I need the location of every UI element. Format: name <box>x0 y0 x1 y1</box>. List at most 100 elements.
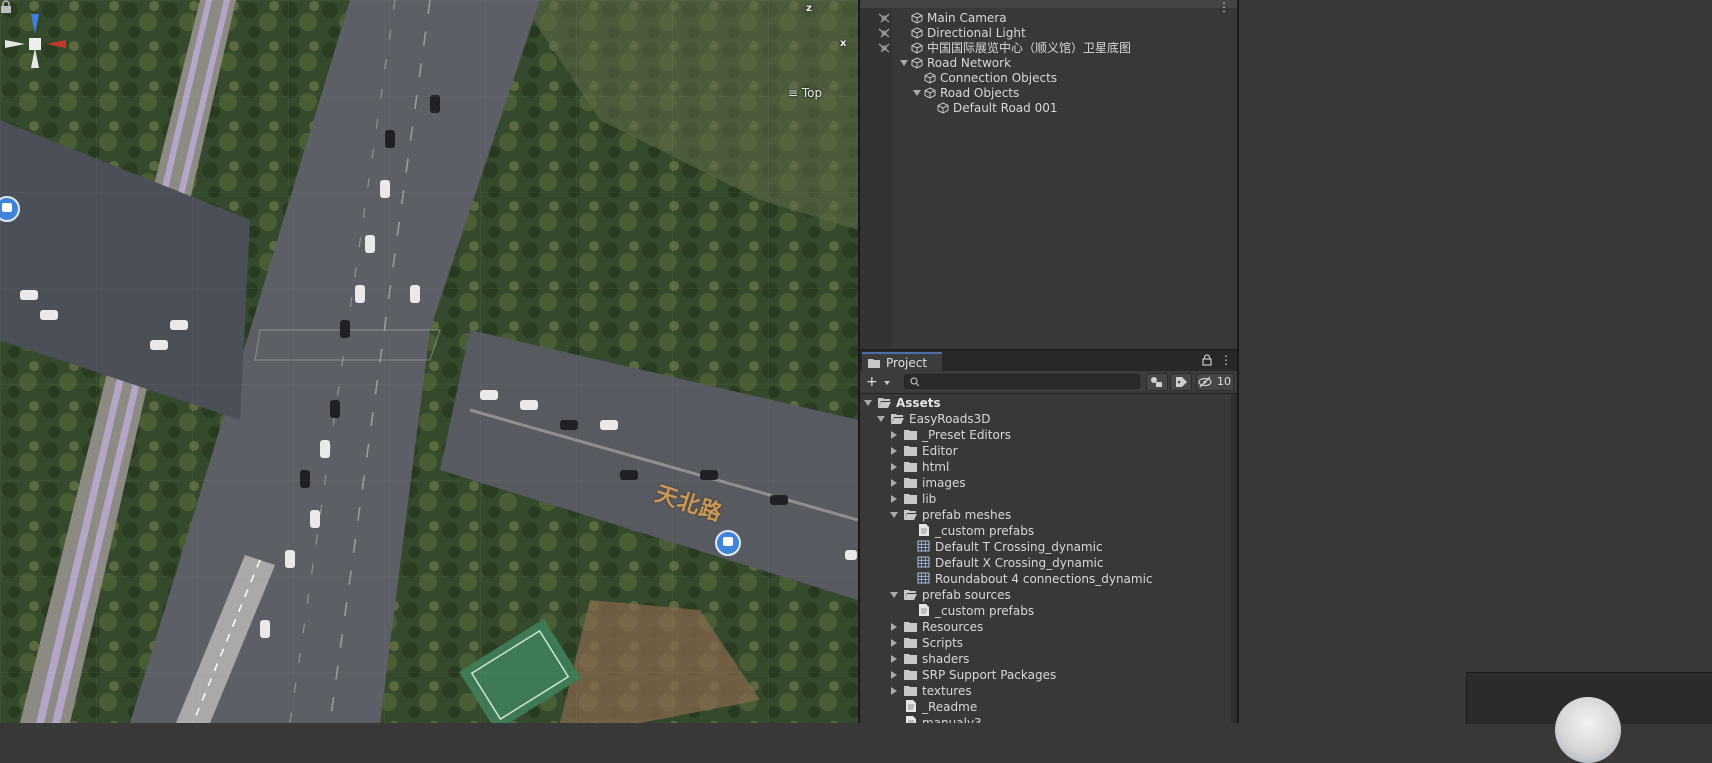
project-tree-item[interactable]: Assets <box>864 395 941 411</box>
project-item-label: Default X Crossing_dynamic <box>935 556 1104 570</box>
inspector-panel <box>1239 0 1712 723</box>
hierarchy-panel: ⋮ Main Camera Directional Light 中国国际展览中心（顺… <box>860 0 1237 349</box>
scrollbar[interactable] <box>1231 394 1237 723</box>
visibility-toggle-icon[interactable] <box>878 13 890 23</box>
expand-arrow-icon[interactable] <box>890 592 898 598</box>
project-tree-item[interactable]: Default X Crossing_dynamic <box>917 555 1103 571</box>
hierarchy-item[interactable]: Default Road 001 <box>937 100 1058 116</box>
search-by-label-button[interactable] <box>1170 373 1192 391</box>
expand-arrow-icon[interactable] <box>864 400 872 406</box>
more-options-icon[interactable]: ⋮ <box>1220 353 1232 367</box>
file-icon <box>919 604 929 616</box>
project-tree-item[interactable]: prefab meshes <box>890 507 1012 523</box>
project-item-label: prefab meshes <box>922 508 1012 522</box>
view-mode-label[interactable]: ≡ Top <box>788 86 822 100</box>
collapse-arrow-icon[interactable] <box>891 447 897 455</box>
create-asset-button[interactable]: + <box>866 373 894 391</box>
folder-icon <box>904 494 917 504</box>
hierarchy-item[interactable]: Directional Light <box>911 25 1026 41</box>
visibility-toggle-icon[interactable] <box>878 28 890 38</box>
hierarchy-item[interactable]: Main Camera <box>911 10 1007 26</box>
project-tree-item[interactable]: lib <box>891 491 936 507</box>
collapse-arrow-icon[interactable] <box>891 479 897 487</box>
collapse-arrow-icon[interactable] <box>891 463 897 471</box>
project-item-label: _custom prefabs <box>935 604 1035 618</box>
gameobject-cube-icon <box>937 102 949 114</box>
gameobject-cube-icon <box>911 42 923 54</box>
filter-by-type-icon <box>1151 377 1162 387</box>
foldout-arrow-icon[interactable] <box>900 60 908 66</box>
collapse-arrow-icon[interactable] <box>891 639 897 647</box>
hierarchy-item[interactable]: Connection Objects <box>924 70 1057 86</box>
menu-lines-icon: ≡ <box>788 86 799 100</box>
project-item-label: SRP Support Packages <box>922 668 1057 682</box>
gameobject-cube-icon <box>924 72 936 84</box>
project-tree-item[interactable]: textures <box>891 683 972 699</box>
hierarchy-item-label: Default Road 001 <box>953 101 1058 115</box>
gizmo-axis-x-label: x <box>840 38 847 49</box>
project-tree-item[interactable]: Resources <box>891 619 984 635</box>
hierarchy-item[interactable]: Road Network <box>900 55 1012 71</box>
search-by-type-button[interactable] <box>1146 373 1168 391</box>
plus-icon: + <box>866 374 878 390</box>
hidden-count: 10 <box>1217 375 1231 388</box>
project-tree-item[interactable]: EasyRoads3D <box>877 411 991 427</box>
project-tab-bar: Project ⋮ <box>860 349 1237 372</box>
project-item-label: Roundabout 4 connections_dynamic <box>935 572 1153 586</box>
project-tree-item[interactable]: Default T Crossing_dynamic <box>917 539 1103 555</box>
collapse-arrow-icon[interactable] <box>891 687 897 695</box>
project-tree-item[interactable]: _custom prefabs <box>917 603 1034 619</box>
hierarchy-item[interactable]: Road Objects <box>913 85 1020 101</box>
tab-project-label: Project <box>886 356 928 370</box>
project-tree-item[interactable]: _Readme <box>904 699 977 715</box>
hierarchy-item-label: Main Camera <box>927 11 1007 25</box>
project-tree-item[interactable]: _Preset Editors <box>891 427 1011 443</box>
project-tree-item[interactable]: images <box>891 475 966 491</box>
folder-icon <box>904 654 917 664</box>
project-tree-item[interactable]: Scripts <box>891 635 963 651</box>
hierarchy-item-label: Road Network <box>927 56 1012 70</box>
project-tree-item[interactable]: prefab sources <box>890 587 1011 603</box>
project-tree-item[interactable]: Roundabout 4 connections_dynamic <box>917 571 1153 587</box>
lock-icon[interactable] <box>1202 354 1212 366</box>
gizmo-axis-z-label: z <box>806 3 812 14</box>
hierarchy-item-label: Road Objects <box>940 86 1020 100</box>
project-tree-item[interactable]: manualv3 <box>904 715 982 723</box>
chevron-down-icon <box>884 381 890 385</box>
project-item-label: html <box>922 460 950 474</box>
project-tree-item[interactable]: html <box>891 459 950 475</box>
more-options-icon[interactable]: ⋮ <box>1218 0 1230 14</box>
collapse-arrow-icon[interactable] <box>891 431 897 439</box>
visibility-toggle-icon[interactable] <box>878 43 890 53</box>
scene-root-row[interactable] <box>860 0 1237 8</box>
search-input[interactable] <box>904 374 1140 389</box>
expand-arrow-icon[interactable] <box>890 512 898 518</box>
gameobject-cube-icon <box>911 57 923 69</box>
collapse-arrow-icon[interactable] <box>891 495 897 503</box>
project-tree-item[interactable]: _custom prefabs <box>917 523 1034 539</box>
tab-project[interactable]: Project <box>862 352 942 372</box>
eye-slash-icon <box>1198 376 1212 388</box>
project-tree-item[interactable]: shaders <box>891 651 969 667</box>
collapse-arrow-icon[interactable] <box>891 671 897 679</box>
orientation-gizmo[interactable] <box>0 0 76 104</box>
project-item-label: Resources <box>922 620 984 634</box>
map-bus-stop-marker <box>715 530 741 556</box>
foldout-arrow-icon[interactable] <box>913 90 921 96</box>
project-tree-item[interactable]: SRP Support Packages <box>891 667 1057 683</box>
project-item-label: images <box>922 476 966 490</box>
lock-icon[interactable] <box>0 0 12 14</box>
hidden-packages-toggle[interactable]: 10 <box>1196 373 1234 391</box>
satellite-map <box>0 0 858 723</box>
project-item-label: _custom prefabs <box>935 524 1035 538</box>
hierarchy-item-label: Connection Objects <box>940 71 1058 85</box>
collapse-arrow-icon[interactable] <box>891 655 897 663</box>
avatar <box>1555 697 1621 763</box>
scene-view[interactable]: 天北路 z x ≡ Top <box>0 0 858 723</box>
project-tree-item[interactable]: Editor <box>891 443 958 459</box>
collapse-arrow-icon[interactable] <box>891 623 897 631</box>
folder-icon <box>904 622 917 632</box>
hierarchy-item[interactable]: 中国国际展览中心（顺义馆）卫星底图 <box>911 40 1131 56</box>
hierarchy-item-label: 中国国际展览中心（顺义馆）卫星底图 <box>927 41 1132 55</box>
expand-arrow-icon[interactable] <box>877 416 885 422</box>
